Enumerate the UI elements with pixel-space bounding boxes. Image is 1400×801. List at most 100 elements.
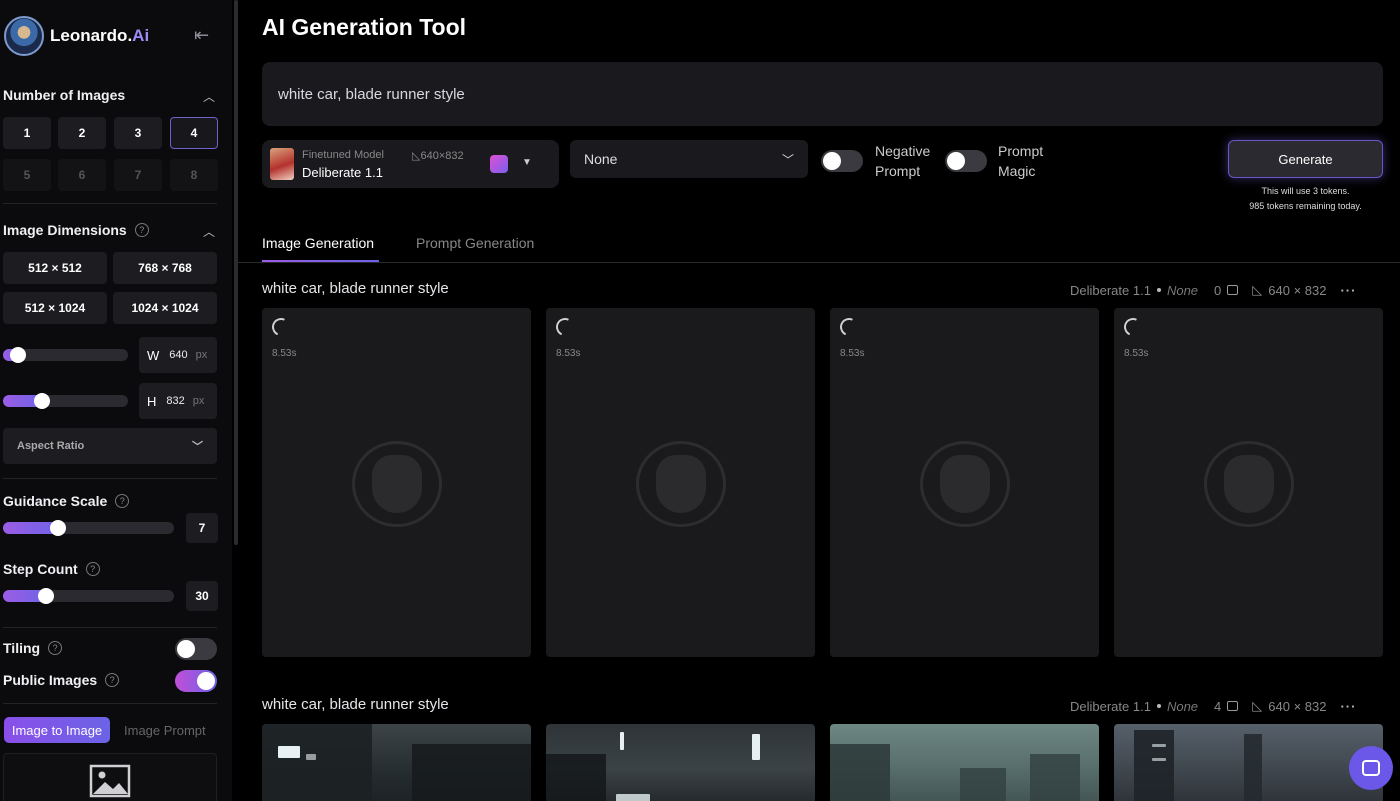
width-input[interactable]: W 640 px: [139, 337, 217, 373]
divider: [3, 203, 217, 204]
image-count-icon: [1227, 701, 1239, 711]
help-icon[interactable]: ?: [105, 673, 120, 687]
aspect-ratio-select[interactable]: Aspect Ratio ﹀: [3, 428, 217, 464]
token-cost-note: This will use 3 tokens.: [1261, 186, 1350, 196]
size-icon: ◺: [1252, 282, 1263, 297]
divider: [3, 478, 217, 479]
generated-image[interactable]: [1114, 724, 1383, 801]
chevron-up-icon[interactable]: ︿: [203, 223, 215, 240]
num-images-4[interactable]: 4: [170, 117, 218, 149]
more-options-button[interactable]: ···: [1340, 699, 1356, 714]
tiling-toggle[interactable]: [175, 638, 217, 660]
negative-prompt-label: Negative Prompt: [875, 143, 931, 179]
step-count-slider[interactable]: [3, 588, 174, 604]
collapse-icon[interactable]: ⇤: [194, 25, 209, 46]
generation-timer: 8.53s: [556, 348, 581, 359]
model-thumbnail: [270, 148, 294, 180]
generation-timer: 8.53s: [1124, 348, 1149, 359]
guidance-scale-value[interactable]: 7: [186, 513, 218, 543]
tab-prompt-generation[interactable]: Prompt Generation: [416, 235, 534, 251]
dimension-preset-512x512[interactable]: 512 × 512: [3, 252, 107, 284]
help-icon[interactable]: ?: [134, 223, 149, 237]
generation-timer: 8.53s: [840, 348, 865, 359]
model-label: Finetuned Model: [302, 149, 384, 161]
help-icon[interactable]: ?: [115, 494, 130, 508]
tokens-remaining-note: 985 tokens remaining today.: [1249, 201, 1362, 211]
generate-button[interactable]: Generate: [1228, 140, 1383, 178]
brand-name: Leonardo.Ai: [50, 26, 150, 45]
public-images-toggle[interactable]: [175, 670, 217, 692]
placeholder-logo-icon: [352, 441, 442, 527]
num-images-5[interactable]: 5: [3, 159, 51, 191]
spinner-icon: [269, 315, 293, 339]
num-images-8[interactable]: 8: [170, 159, 218, 191]
brand[interactable]: Leonardo.Ai: [4, 16, 149, 56]
height-slider[interactable]: [3, 393, 128, 409]
tabs-divider: [238, 262, 1400, 263]
generated-image[interactable]: [830, 724, 1099, 801]
guidance-scale-slider[interactable]: [3, 520, 174, 536]
tab-image-prompt[interactable]: Image Prompt: [124, 723, 206, 738]
generated-image[interactable]: [546, 724, 815, 801]
generation-meta: Deliberate 1.1 None 4 ◺ 640 × 832 ···: [1070, 698, 1357, 714]
chat-button[interactable]: [1349, 746, 1393, 790]
tab-image-generation[interactable]: Image Generation: [262, 235, 374, 251]
generation-card[interactable]: 8.53s: [830, 308, 1099, 657]
page-title: AI Generation Tool: [262, 14, 467, 40]
chevron-down-icon: ﹀: [781, 152, 794, 167]
width-slider[interactable]: [3, 347, 128, 363]
help-icon[interactable]: ?: [48, 641, 63, 655]
number-of-images-title: Number of Images: [3, 87, 126, 103]
tab-image-to-image[interactable]: Image to Image: [4, 717, 110, 743]
chat-icon: [1362, 760, 1380, 776]
model-name: Deliberate 1.1: [302, 165, 383, 180]
num-images-3[interactable]: 3: [114, 117, 162, 149]
dimension-preset-512x1024[interactable]: 512 × 1024: [3, 292, 107, 324]
caret-down-icon[interactable]: ▼: [522, 157, 532, 168]
num-images-1[interactable]: 1: [3, 117, 51, 149]
sidebar: Leonardo.Ai ⇤ Number of Images ︿ 1 2 3 4…: [0, 0, 232, 801]
generation-card[interactable]: 8.53s: [262, 308, 531, 657]
generation-prompt: white car, blade runner style: [262, 280, 449, 297]
step-count-title: Step Count?: [3, 561, 100, 577]
model-settings-icon[interactable]: [490, 155, 508, 173]
guidance-scale-title: Guidance Scale?: [3, 493, 130, 509]
help-icon[interactable]: ?: [85, 562, 100, 576]
generation-card[interactable]: 8.53s: [1114, 308, 1383, 657]
prompt-input[interactable]: white car, blade runner style: [262, 62, 1383, 126]
generated-image[interactable]: [262, 724, 531, 801]
dimension-preset-1024x1024[interactable]: 1024 × 1024: [113, 292, 217, 324]
generation-prompt: white car, blade runner style: [262, 696, 449, 713]
image-upload-area[interactable]: [3, 753, 217, 801]
prompt-magic-toggle[interactable]: [945, 150, 987, 172]
image-placeholder-icon: [89, 764, 131, 798]
generation-timer: 8.53s: [272, 348, 297, 359]
num-images-7[interactable]: 7: [114, 159, 162, 191]
model-selector[interactable]: Finetuned Model Deliberate 1.1 ◺640×832 …: [262, 140, 559, 188]
height-input[interactable]: H 832 px: [139, 383, 217, 419]
placeholder-logo-icon: [636, 441, 726, 527]
num-images-6[interactable]: 6: [58, 159, 106, 191]
chevron-up-icon[interactable]: ︿: [203, 88, 215, 105]
prompt-magic-label: Prompt Magic: [998, 143, 1044, 179]
sidebar-scrollbar[interactable]: [234, 0, 238, 545]
width-slider-knob[interactable]: [10, 347, 26, 363]
generation-card[interactable]: 8.53s: [546, 308, 815, 657]
tiling-label: Tiling?: [3, 640, 63, 656]
divider: [3, 627, 217, 628]
step-count-knob[interactable]: [38, 588, 54, 604]
negative-prompt-toggle[interactable]: [821, 150, 863, 172]
dimension-preset-768x768[interactable]: 768 × 768: [113, 252, 217, 284]
guidance-scale-knob[interactable]: [50, 520, 66, 536]
more-options-button[interactable]: ···: [1340, 283, 1356, 298]
step-count-value[interactable]: 30: [186, 581, 218, 611]
style-select[interactable]: None ﹀: [570, 140, 808, 178]
model-size: ◺640×832: [412, 150, 464, 162]
height-slider-knob[interactable]: [34, 393, 50, 409]
num-images-2[interactable]: 2: [58, 117, 106, 149]
spinner-icon: [553, 315, 577, 339]
divider: [3, 703, 217, 704]
spinner-icon: [1121, 315, 1145, 339]
size-icon: ◺: [1252, 698, 1263, 713]
public-images-label: Public Images?: [3, 672, 120, 688]
